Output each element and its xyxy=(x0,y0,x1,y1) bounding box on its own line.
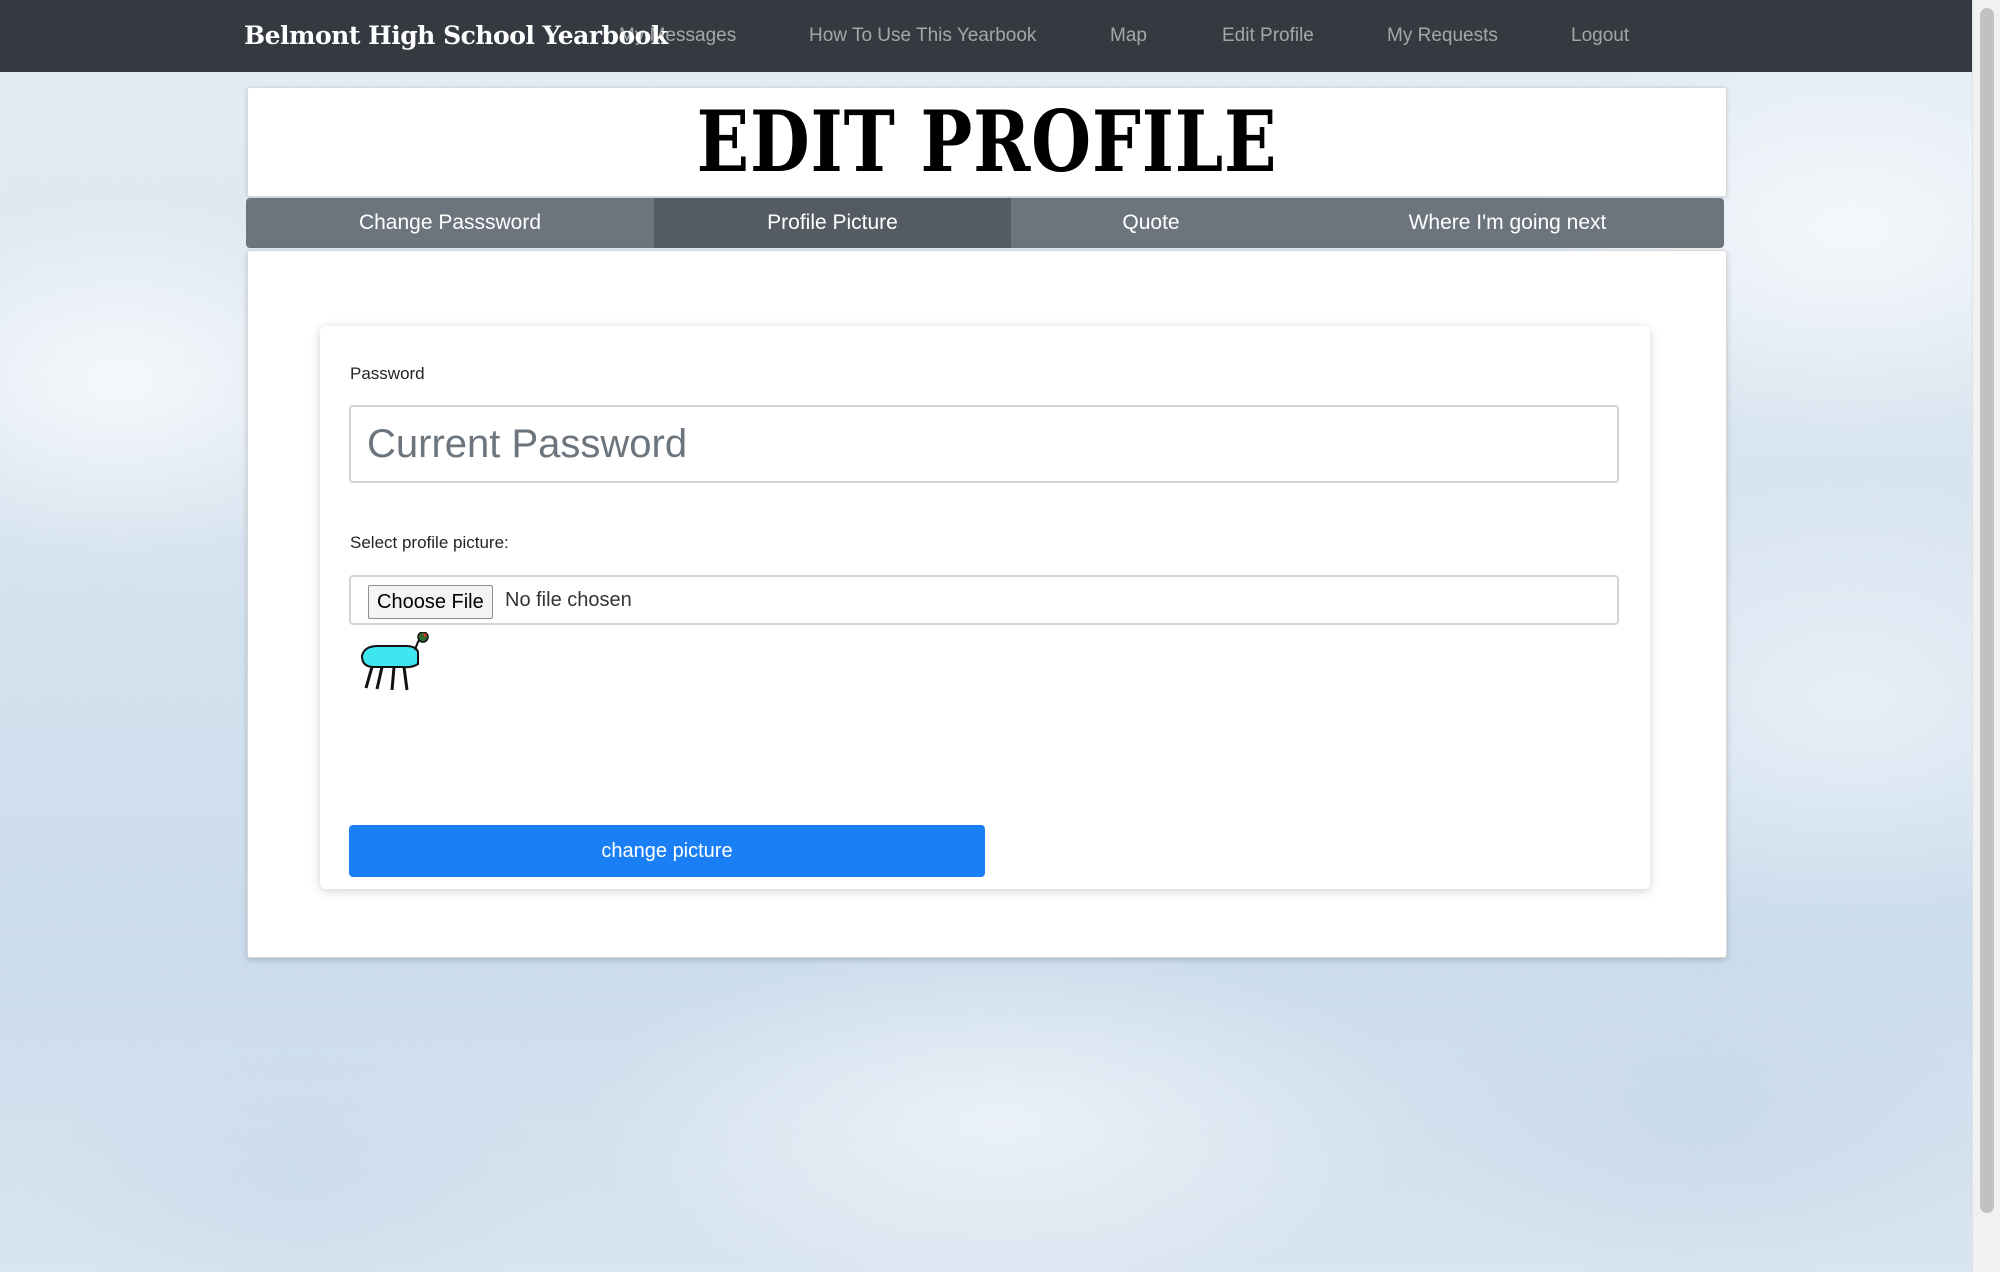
tab-profile-picture[interactable]: Profile Picture xyxy=(654,198,1011,248)
page-title: EDIT PROFILE xyxy=(696,92,1278,191)
top-navbar: Belmont High School Yearbook My Messages… xyxy=(0,0,1972,72)
tab-change-password[interactable]: Change Passsword xyxy=(246,198,654,248)
change-picture-button[interactable]: change picture xyxy=(349,825,985,877)
choose-file-button[interactable]: Choose File xyxy=(368,585,493,619)
tab-where-going-next[interactable]: Where I'm going next xyxy=(1291,198,1724,248)
nav-logout[interactable]: Logout xyxy=(1571,0,1629,72)
current-password-input[interactable] xyxy=(349,405,1619,483)
title-card: EDIT PROFILE xyxy=(247,87,1727,197)
nav-my-messages[interactable]: My Messages xyxy=(619,0,736,72)
profile-tab-bar: Change Passsword Profile Picture Quote W… xyxy=(246,198,1724,248)
nav-how-to-use[interactable]: How To Use This Yearbook xyxy=(809,0,1036,72)
vertical-scrollbar[interactable] xyxy=(1972,0,2000,1272)
profile-picture-form: Password Select profile picture: Choose … xyxy=(320,326,1650,889)
scrollbar-thumb[interactable] xyxy=(1980,8,1994,1213)
select-picture-label: Select profile picture: xyxy=(350,533,509,552)
site-brand[interactable]: Belmont High School Yearbook xyxy=(244,0,668,72)
nav-edit-profile[interactable]: Edit Profile xyxy=(1222,0,1314,72)
nav-map[interactable]: Map xyxy=(1110,0,1147,72)
nav-my-requests[interactable]: My Requests xyxy=(1387,0,1498,72)
tab-quote[interactable]: Quote xyxy=(1011,198,1291,248)
password-label: Password xyxy=(350,364,425,383)
file-status-text: No file chosen xyxy=(505,589,632,611)
file-input[interactable]: Choose File No file chosen xyxy=(349,575,1619,625)
main-card: Password Select profile picture: Choose … xyxy=(247,250,1727,958)
stick-figure-creature-icon xyxy=(358,631,434,698)
